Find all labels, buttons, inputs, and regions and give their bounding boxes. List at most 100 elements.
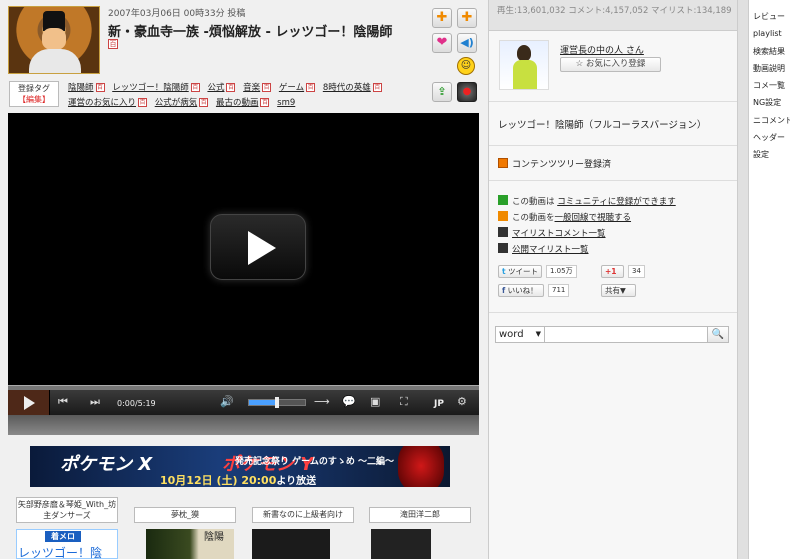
dictionary-icon[interactable]: 百 bbox=[260, 98, 270, 107]
divider bbox=[489, 180, 738, 181]
dictionary-icon[interactable]: 百 bbox=[262, 83, 272, 92]
uploader-avatar[interactable] bbox=[499, 40, 549, 90]
add-playlist-button[interactable]: ✚ bbox=[457, 8, 477, 28]
recommend-thumbnail[interactable] bbox=[252, 529, 330, 559]
tag-link[interactable]: 陰陽師 bbox=[68, 83, 94, 93]
recommend-title[interactable]: 滝田洋二郎 bbox=[369, 507, 471, 523]
recommend-thumbnail[interactable] bbox=[371, 529, 431, 559]
video-stats: 再生:13,601,032 コメント:4,157,052 マイリスト:134,1… bbox=[489, 0, 738, 31]
uploader-name-link[interactable]: 運営長の中の人 さん bbox=[560, 43, 644, 56]
heart-icon[interactable]: ❤ bbox=[432, 33, 452, 53]
share-dropdown[interactable]: 共有▼ bbox=[601, 284, 636, 297]
search-icon: 🔍 bbox=[711, 329, 725, 340]
volume-icon[interactable]: 🔊 bbox=[220, 394, 234, 410]
dictionary-icon[interactable]: 百 bbox=[108, 39, 118, 49]
play-overlay-button[interactable] bbox=[210, 214, 306, 280]
dictionary-icon[interactable]: 百 bbox=[138, 98, 148, 107]
dictionary-icon[interactable]: 百 bbox=[199, 98, 209, 107]
tree-icon bbox=[498, 158, 508, 168]
share-icon[interactable]: ⇪ bbox=[432, 82, 452, 102]
chevron-down-icon: ▼ bbox=[535, 330, 541, 338]
loop-icon[interactable]: ⟶ bbox=[314, 394, 330, 410]
tag-link[interactable]: 音楽 bbox=[243, 83, 260, 93]
gplus-button[interactable]: +1 bbox=[601, 265, 624, 278]
tweet-button[interactable]: t ツイート bbox=[498, 265, 542, 278]
mylist-comments-link[interactable]: マイリストコメント一覧 bbox=[512, 229, 606, 239]
community-row: この動画は コミュニティに登録ができます bbox=[498, 195, 676, 207]
tag-link[interactable]: ゲーム bbox=[279, 83, 304, 93]
video-column: 2007年03月06日 00時33分 投稿 新・豪血寺一族 -煩悩解放 - レッ… bbox=[0, 0, 488, 559]
tag-link[interactable]: 最古の動画 bbox=[216, 98, 259, 108]
dictionary-icon[interactable]: 百 bbox=[95, 83, 105, 92]
video-title: 新・豪血寺一族 -煩悩解放 - レッツゴー！陰陽師 bbox=[108, 25, 393, 40]
play-button[interactable] bbox=[8, 390, 50, 415]
thumbnail-text: 陰陽 bbox=[204, 532, 224, 543]
play-line-icon bbox=[498, 211, 508, 221]
tag-link[interactable]: 公式が病気 bbox=[155, 98, 198, 108]
settings-gear-icon[interactable]: ⚙ bbox=[457, 394, 467, 410]
tag-link[interactable]: 運営のお気に入り bbox=[68, 98, 136, 108]
normal-line-link[interactable]: 一般回線で視聴する bbox=[555, 213, 632, 223]
recommend-title[interactable]: 夢枕_獏 bbox=[134, 507, 236, 523]
sidebar-item-review[interactable]: レビュー bbox=[750, 8, 790, 25]
upload-date: 2007年03月06日 00時33分 投稿 bbox=[108, 9, 246, 19]
tag-edit-link[interactable]: 【編集】 bbox=[10, 94, 58, 105]
mylist-comments-row: マイリストコメント一覧 bbox=[498, 227, 606, 239]
content-tree-link[interactable]: コンテンツツリー登録済 bbox=[498, 157, 611, 170]
sidebar-item-ng-settings[interactable]: NG設定 bbox=[750, 94, 790, 111]
dictionary-icon[interactable]: 百 bbox=[306, 83, 316, 92]
public-mylist-row: 公開マイリスト一覧 bbox=[498, 243, 589, 255]
uploader-thumbnail[interactable] bbox=[8, 6, 100, 74]
public-mylist-link[interactable]: 公開マイリスト一覧 bbox=[512, 245, 589, 255]
like-count: 711 bbox=[548, 284, 570, 297]
fullscreen-icon[interactable]: ⛶ bbox=[400, 394, 408, 410]
twitter-icon: t bbox=[502, 267, 506, 276]
player-controls: ⏮ ⏭ 0:00/5:19 🔊 ⟶ 💬 ▣ ⛶ JP ⚙ bbox=[8, 390, 479, 415]
sidebar-item-nicommend[interactable]: ニコメンド bbox=[750, 112, 790, 129]
sidebar-item-description[interactable]: 動画説明 bbox=[750, 60, 790, 77]
dictionary-icon[interactable]: 百 bbox=[190, 83, 200, 92]
sidebar-item-settings[interactable]: 設定 bbox=[750, 146, 790, 163]
gplus-count: 34 bbox=[628, 265, 645, 278]
divider bbox=[489, 312, 738, 313]
record-icon[interactable]: ● bbox=[457, 82, 477, 102]
ad-banner[interactable]: ポケモン X ポケモン Y 発売記念祭り ゲームのすゝめ ～二編～ 10月12日… bbox=[30, 446, 450, 487]
like-button[interactable]: f いいね！ bbox=[498, 284, 544, 297]
recommend-thumbnail[interactable]: 着メロ レッツゴー！陰 bbox=[16, 529, 118, 559]
community-link[interactable]: コミュニティに登録ができます bbox=[557, 197, 676, 207]
favorite-button[interactable]: ☆ お気に入り登録 bbox=[560, 57, 661, 72]
playback-time: 0:00/5:19 bbox=[117, 399, 156, 408]
video-description: レッツゴー！陰陽師（フルコーラスバージョン） bbox=[498, 120, 707, 131]
tag-link[interactable]: 公式 bbox=[207, 83, 224, 93]
sidebar-item-header[interactable]: ヘッダー bbox=[750, 129, 790, 146]
recommend-title[interactable]: 新書なのに上級者向け bbox=[252, 507, 354, 523]
pokemon-art bbox=[398, 446, 444, 487]
next-icon[interactable]: ⏭ bbox=[90, 394, 100, 410]
normal-line-row: この動画を一般回線で視聴する bbox=[498, 211, 631, 223]
recommend-thumbnail[interactable]: 陰陽 bbox=[146, 529, 234, 559]
banner-date: 10月12日 (土) 20:00より放送 bbox=[160, 474, 317, 487]
recommend-title[interactable]: 矢部野彦麿＆琴姫_With_坊主ダンサーズ bbox=[16, 497, 118, 523]
tag-link[interactable]: レッツゴー！陰陽師 bbox=[112, 83, 189, 93]
language-toggle[interactable]: JP bbox=[434, 396, 444, 412]
search-button[interactable]: 🔍 bbox=[707, 326, 729, 343]
search-input[interactable] bbox=[544, 326, 708, 343]
comment-toggle-icon[interactable]: 💬 bbox=[342, 394, 356, 410]
search-mode-select[interactable]: word ▼ bbox=[495, 326, 545, 343]
dictionary-icon[interactable]: 百 bbox=[372, 83, 382, 92]
volume-slider[interactable] bbox=[248, 397, 306, 408]
banner-logo-x: ポケモン X bbox=[60, 454, 153, 475]
sidebar-toggle-strip[interactable] bbox=[737, 0, 749, 559]
sidebar-item-comment-list[interactable]: コメ一覧 bbox=[750, 77, 790, 94]
dictionary-icon[interactable]: 百 bbox=[226, 83, 236, 92]
smile-icon[interactable]: ☺ bbox=[457, 57, 475, 75]
add-mylist-button[interactable]: ✚ bbox=[432, 8, 452, 28]
sidebar-item-search-results[interactable]: 検索結果 bbox=[750, 43, 790, 60]
window-mode-icon[interactable]: ▣ bbox=[370, 394, 380, 410]
tag-link[interactable]: sm9 bbox=[277, 98, 295, 108]
speaker-icon[interactable]: ◀) bbox=[457, 33, 477, 53]
sidebar-item-playlist[interactable]: playlist bbox=[750, 25, 790, 42]
previous-icon[interactable]: ⏮ bbox=[58, 394, 68, 410]
tag-link[interactable]: 8時代の英雄 bbox=[323, 83, 371, 93]
list-icon bbox=[498, 227, 508, 237]
